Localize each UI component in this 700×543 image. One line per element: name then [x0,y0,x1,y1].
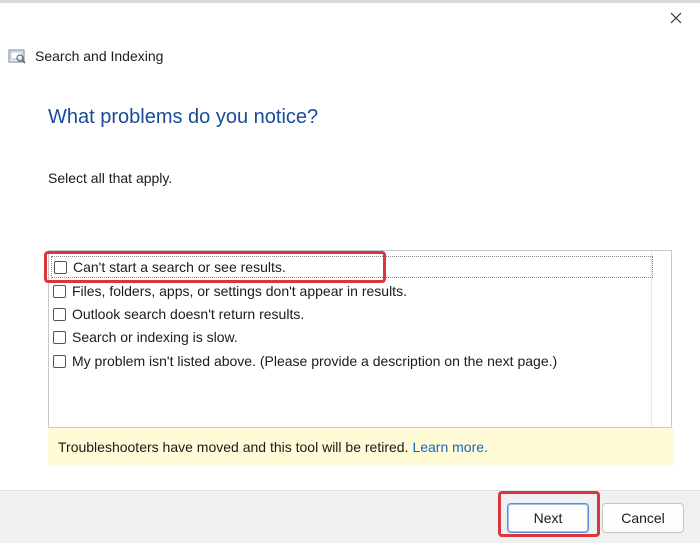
problem-option-files-not-appearing[interactable]: Files, folders, apps, or settings don't … [53,280,407,302]
window-top-edge [0,0,700,3]
title-bar: Search and Indexing [8,44,163,68]
option-label: Files, folders, apps, or settings don't … [72,283,407,299]
problem-list: Can't start a search or see results. Fil… [48,250,672,428]
option-label: Search or indexing is slow. [72,329,238,345]
cancel-button[interactable]: Cancel [602,503,684,533]
option-label: Can't start a search or see results. [73,259,286,275]
page-heading: What problems do you notice? [48,106,319,128]
search-indexing-icon [8,48,27,65]
instruction-text: Select all that apply. [48,170,173,186]
learn-more-link[interactable]: Learn more. [412,439,487,455]
checkbox[interactable] [53,307,66,321]
option-label: My problem isn't listed above. (Please p… [72,353,558,369]
option-label: Outlook search doesn't return results. [72,306,305,322]
checkbox[interactable] [54,260,67,274]
problem-option-search-slow[interactable]: Search or indexing is slow. [53,326,238,348]
checkbox[interactable] [53,284,66,298]
window-title: Search and Indexing [35,48,164,64]
banner-text: Troubleshooters have moved and this tool… [58,439,409,455]
checkbox[interactable] [53,330,66,344]
close-button[interactable] [662,6,690,30]
checkbox[interactable] [53,354,66,368]
dialog-footer: Next Cancel [0,490,700,543]
close-icon [670,12,682,24]
troubleshooter-window: Search and Indexing What problems do you… [0,0,700,543]
problem-option-cant-start-search[interactable]: Can't start a search or see results. [51,256,653,278]
next-button[interactable]: Next [507,503,589,533]
problem-option-not-listed[interactable]: My problem isn't listed above. (Please p… [53,350,557,372]
retirement-banner: Troubleshooters have moved and this tool… [48,428,674,466]
problem-option-outlook-search[interactable]: Outlook search doesn't return results. [53,303,304,325]
